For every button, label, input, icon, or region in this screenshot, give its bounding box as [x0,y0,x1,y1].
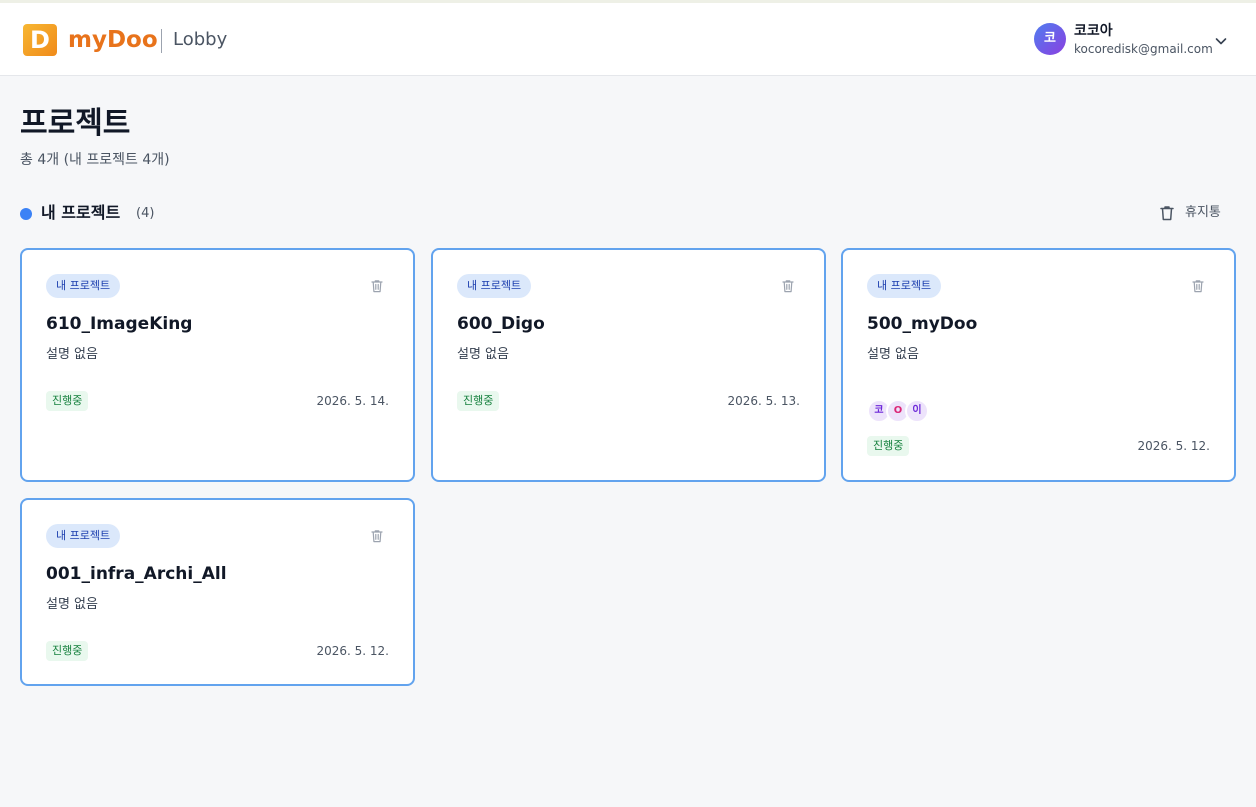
user-email: kocoredisk@gmail.com [1074,42,1213,56]
header-divider [161,29,162,53]
status-badge: 진행중 [46,391,89,411]
member-avatar[interactable]: 이 [905,399,929,423]
project-card[interactable]: 내 프로젝트 610_ImageKing 설명 없음 진행중 2026. 5. … [20,248,415,482]
delete-project-icon[interactable] [369,528,385,544]
delete-project-icon[interactable] [369,278,385,294]
status-badge: 진행중 [457,391,500,411]
project-name: 500_myDoo [867,314,978,334]
trash-bin-label: 휴지통 [1185,205,1221,220]
section-title: 내 프로젝트 [41,203,121,222]
status-badge: 진행중 [867,436,910,456]
project-name: 610_ImageKing [46,314,193,334]
section-count: (4) [136,206,155,221]
brand-name[interactable]: myDoo [68,25,158,55]
project-description: 설명 없음 [46,597,98,612]
user-name[interactable]: 코코아 [1074,22,1113,40]
project-card[interactable]: 내 프로젝트 600_Digo 설명 없음 진행중 2026. 5. 13. [431,248,826,482]
delete-project-icon[interactable] [1190,278,1206,294]
user-avatar[interactable]: 코 [1034,23,1066,55]
project-description: 설명 없음 [46,347,98,362]
project-date: 2026. 5. 14. [316,394,389,408]
logo-icon[interactable]: D [23,24,57,56]
delete-project-icon[interactable] [780,278,796,294]
project-tag: 내 프로젝트 [457,274,532,298]
project-tag: 내 프로젝트 [867,274,942,298]
project-tag: 내 프로젝트 [46,274,121,298]
project-date: 2026. 5. 12. [1137,439,1210,453]
project-description: 설명 없음 [867,347,919,362]
section-dot [20,208,32,220]
chevron-down-icon[interactable] [1214,34,1228,48]
breadcrumb-lobby: Lobby [173,29,228,50]
project-card[interactable]: 내 프로젝트 500_myDoo 설명 없음 코 O 이 진행중 2026. 5… [841,248,1236,482]
project-name: 600_Digo [457,314,545,334]
status-badge: 진행중 [46,641,89,661]
project-date: 2026. 5. 12. [316,644,389,658]
project-date: 2026. 5. 13. [727,394,800,408]
project-card[interactable]: 내 프로젝트 001_infra_Archi_All 설명 없음 진행중 202… [20,498,415,686]
app-header: D myDoo Lobby 코 코코아 kocoredisk@gmail.com [0,3,1256,76]
project-tag: 내 프로젝트 [46,524,121,548]
trash-icon [1160,206,1174,221]
trash-bin-button[interactable]: 휴지통 [1152,199,1232,227]
project-description: 설명 없음 [457,347,509,362]
project-name: 001_infra_Archi_All [46,564,227,584]
page-subtitle: 총 4개 (내 프로젝트 4개) [20,152,170,168]
page-title: 프로젝트 [20,106,131,141]
